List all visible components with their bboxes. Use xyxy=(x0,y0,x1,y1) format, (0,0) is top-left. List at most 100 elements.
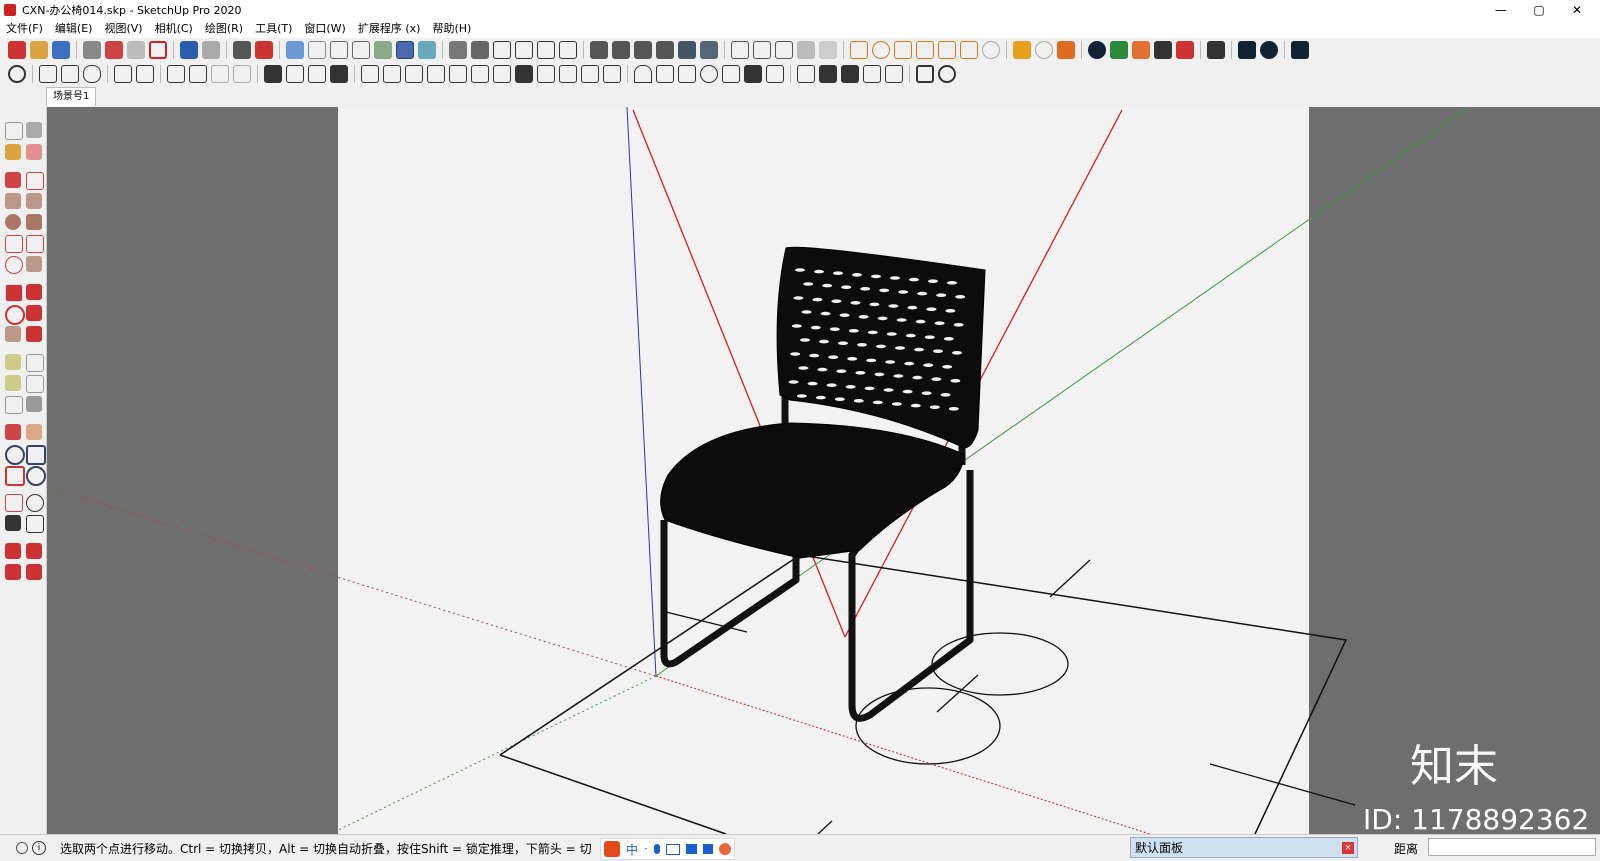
style-4-icon[interactable] xyxy=(656,41,674,59)
extension-icon[interactable] xyxy=(5,564,21,580)
orbit-icon[interactable] xyxy=(5,424,21,440)
front-icon[interactable] xyxy=(493,41,511,59)
polygon-icon[interactable] xyxy=(26,214,42,230)
layer-icon[interactable] xyxy=(114,65,132,83)
tool-k-icon[interactable] xyxy=(581,65,599,83)
style-3-icon[interactable] xyxy=(634,41,652,59)
extension-warehouse-icon[interactable] xyxy=(1013,41,1031,59)
rectangle-icon[interactable] xyxy=(5,193,21,209)
refresh-icon[interactable] xyxy=(1035,41,1053,59)
stripes-icon[interactable] xyxy=(1132,41,1150,59)
two-point-arc-icon[interactable] xyxy=(26,235,44,253)
scale-icon[interactable] xyxy=(5,326,21,342)
pie-icon[interactable] xyxy=(26,256,42,272)
tool-b-icon[interactable] xyxy=(383,65,401,83)
grid-icon[interactable] xyxy=(819,65,837,83)
menu-tools[interactable]: 工具(T) xyxy=(249,20,298,38)
sandbox-icon[interactable] xyxy=(819,41,837,59)
hand-icon[interactable] xyxy=(61,65,79,83)
style-6-icon[interactable] xyxy=(700,41,718,59)
protractor-tool-icon[interactable] xyxy=(5,375,21,391)
measurements-input[interactable] xyxy=(1428,838,1596,856)
textured-icon[interactable] xyxy=(374,41,392,59)
save-icon[interactable] xyxy=(52,41,70,59)
tool-d-icon[interactable] xyxy=(427,65,445,83)
bucket-icon[interactable] xyxy=(39,65,57,83)
share-model-icon[interactable] xyxy=(26,543,42,559)
tab-scene-1[interactable]: 场景号1 xyxy=(46,87,97,106)
tray-close-button[interactable]: × xyxy=(1342,842,1354,854)
minimize-button[interactable]: — xyxy=(1482,0,1520,20)
close-button[interactable]: ✕ xyxy=(1558,0,1596,20)
menu-camera[interactable]: 相机(C) xyxy=(149,20,199,38)
look-around-icon[interactable] xyxy=(26,494,44,512)
mirror-icon[interactable] xyxy=(797,65,815,83)
erase-icon[interactable] xyxy=(149,41,167,59)
hidden-icon[interactable] xyxy=(330,41,348,59)
copy-icon[interactable] xyxy=(105,41,123,59)
menu-view[interactable]: 视图(V) xyxy=(98,20,148,38)
book-icon[interactable] xyxy=(841,65,859,83)
chain-icon[interactable] xyxy=(656,65,674,83)
arch-icon[interactable] xyxy=(634,65,652,83)
menu-file[interactable]: 文件(F) xyxy=(0,20,49,38)
pan-icon[interactable] xyxy=(26,424,42,440)
iso-icon[interactable] xyxy=(449,41,467,59)
offset-icon[interactable] xyxy=(26,326,42,342)
position-camera-icon[interactable] xyxy=(5,494,23,512)
tool-l-icon[interactable] xyxy=(603,65,621,83)
rotate-tool-icon[interactable] xyxy=(5,305,25,325)
user-icon[interactable] xyxy=(1291,41,1309,59)
maximize-button[interactable]: ▢ xyxy=(1520,0,1558,20)
tool-f-icon[interactable] xyxy=(471,65,489,83)
xray-icon[interactable] xyxy=(418,41,436,59)
menu-draw[interactable]: 绘图(R) xyxy=(199,20,249,38)
previous-view-icon[interactable] xyxy=(26,466,46,486)
zoom-icon[interactable] xyxy=(5,445,25,465)
column-icon[interactable] xyxy=(766,65,784,83)
cube-icon[interactable] xyxy=(753,41,771,59)
undo-icon[interactable] xyxy=(180,41,198,59)
style-5-icon[interactable] xyxy=(678,41,696,59)
open-icon[interactable] xyxy=(30,41,48,59)
ime-skin-icon[interactable] xyxy=(685,844,697,854)
three-point-arc-icon[interactable] xyxy=(5,256,23,274)
style-1-icon[interactable] xyxy=(590,41,608,59)
zoom-window-icon[interactable] xyxy=(26,445,46,465)
print-icon[interactable] xyxy=(233,41,251,59)
mono-icon[interactable] xyxy=(396,41,414,59)
zoom-extents-icon[interactable] xyxy=(5,466,25,486)
dimension-icon[interactable] xyxy=(26,354,44,372)
tool-i-icon[interactable] xyxy=(537,65,555,83)
redo-icon[interactable] xyxy=(202,41,220,59)
paint-bucket-icon[interactable] xyxy=(5,144,21,160)
freehand-icon[interactable] xyxy=(26,172,44,190)
checker-icon[interactable] xyxy=(1154,41,1172,59)
3d-text-icon[interactable] xyxy=(26,396,42,412)
brush-icon[interactable] xyxy=(885,65,903,83)
wall-icon[interactable] xyxy=(286,65,304,83)
shaded-icon[interactable] xyxy=(352,41,370,59)
tool-e-icon[interactable] xyxy=(449,65,467,83)
follow-me-icon[interactable] xyxy=(26,305,42,321)
scene-prev-icon[interactable] xyxy=(916,65,934,83)
mail-icon[interactable] xyxy=(1238,41,1256,59)
fence-icon[interactable] xyxy=(722,65,740,83)
style-2-icon[interactable] xyxy=(612,41,630,59)
ime-logo-icon[interactable] xyxy=(604,841,620,857)
scene-next-icon[interactable] xyxy=(938,65,956,83)
grass-icon[interactable] xyxy=(797,41,815,59)
eraser-icon[interactable] xyxy=(26,144,42,160)
ime-punctuation-icon[interactable]: · xyxy=(644,842,648,856)
ime-grid-icon[interactable] xyxy=(702,844,713,854)
model-canvas[interactable] xyxy=(338,107,1309,834)
sphere-icon[interactable] xyxy=(982,41,1000,59)
ime-keyboard-icon[interactable] xyxy=(665,843,680,855)
axes-icon[interactable] xyxy=(916,41,934,59)
camera-icon[interactable] xyxy=(731,41,749,59)
walk-icon[interactable] xyxy=(5,515,21,531)
line-icon[interactable] xyxy=(5,172,21,188)
axes-tool-icon[interactable] xyxy=(5,396,23,414)
warehouse-icon[interactable] xyxy=(5,543,21,559)
circle-tool-icon[interactable] xyxy=(872,41,890,59)
